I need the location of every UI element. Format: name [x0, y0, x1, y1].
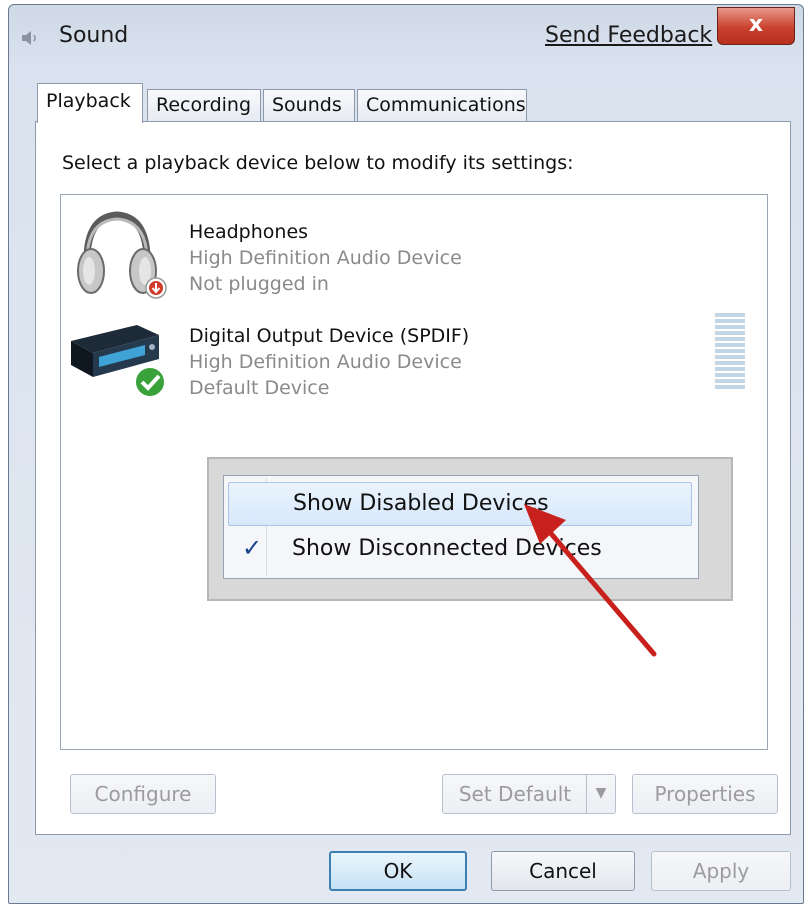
device-status: Default Device — [189, 377, 330, 399]
device-name: Headphones — [189, 221, 309, 243]
configure-button[interactable]: Configure — [70, 774, 216, 814]
close-button[interactable]: x — [717, 7, 795, 45]
device-status: Not plugged in — [189, 273, 329, 295]
menu-item-show-disconnected-devices[interactable]: ✓ Show Disconnected Devices — [228, 528, 692, 572]
default-device-check-icon — [134, 366, 166, 398]
set-default-button[interactable]: Set Default ▼ — [442, 774, 616, 814]
tab-recording[interactable]: Recording — [147, 89, 261, 121]
apply-button[interactable]: Apply — [651, 851, 791, 891]
not-plugged-in-icon — [145, 277, 167, 299]
tab-communications[interactable]: Communications — [357, 89, 527, 121]
tab-sounds[interactable]: Sounds — [263, 89, 355, 121]
device-name: Digital Output Device (SPDIF) — [189, 325, 470, 347]
device-description: High Definition Audio Device — [189, 351, 462, 373]
volume-meter — [715, 313, 745, 397]
window-title: Sound — [59, 23, 129, 48]
ok-button[interactable]: OK — [329, 851, 467, 891]
device-item-digital-output[interactable]: Digital Output Device (SPDIF) High Defin… — [61, 305, 767, 405]
context-menu: Show Disabled Devices ✓ Show Disconnecte… — [223, 475, 699, 579]
device-description: High Definition Audio Device — [189, 247, 462, 269]
checkmark-icon: ✓ — [242, 534, 263, 562]
sound-dialog: Sound Send Feedback x Playback Recording… — [8, 4, 804, 904]
menu-item-label: Show Disabled Devices — [293, 491, 549, 516]
title-bar[interactable]: Sound Send Feedback x — [9, 5, 803, 65]
speaker-icon — [22, 31, 36, 45]
device-list[interactable]: Headphones High Definition Audio Device … — [60, 194, 768, 750]
menu-item-label: Show Disconnected Devices — [292, 536, 602, 561]
set-default-label: Set Default — [458, 782, 572, 806]
chevron-down-icon[interactable]: ▼ — [586, 775, 615, 813]
cancel-button[interactable]: Cancel — [491, 851, 635, 891]
close-icon: x — [748, 12, 764, 37]
properties-button[interactable]: Properties — [632, 774, 778, 814]
send-feedback-link[interactable]: Send Feedback — [545, 23, 712, 48]
playback-panel: Select a playback device below to modify… — [35, 121, 791, 835]
instruction-text: Select a playback device below to modify… — [62, 152, 574, 174]
menu-item-show-disabled-devices[interactable]: Show Disabled Devices — [228, 482, 692, 526]
device-item-headphones[interactable]: Headphones High Definition Audio Device … — [61, 201, 767, 301]
tab-playback[interactable]: Playback — [37, 83, 143, 123]
